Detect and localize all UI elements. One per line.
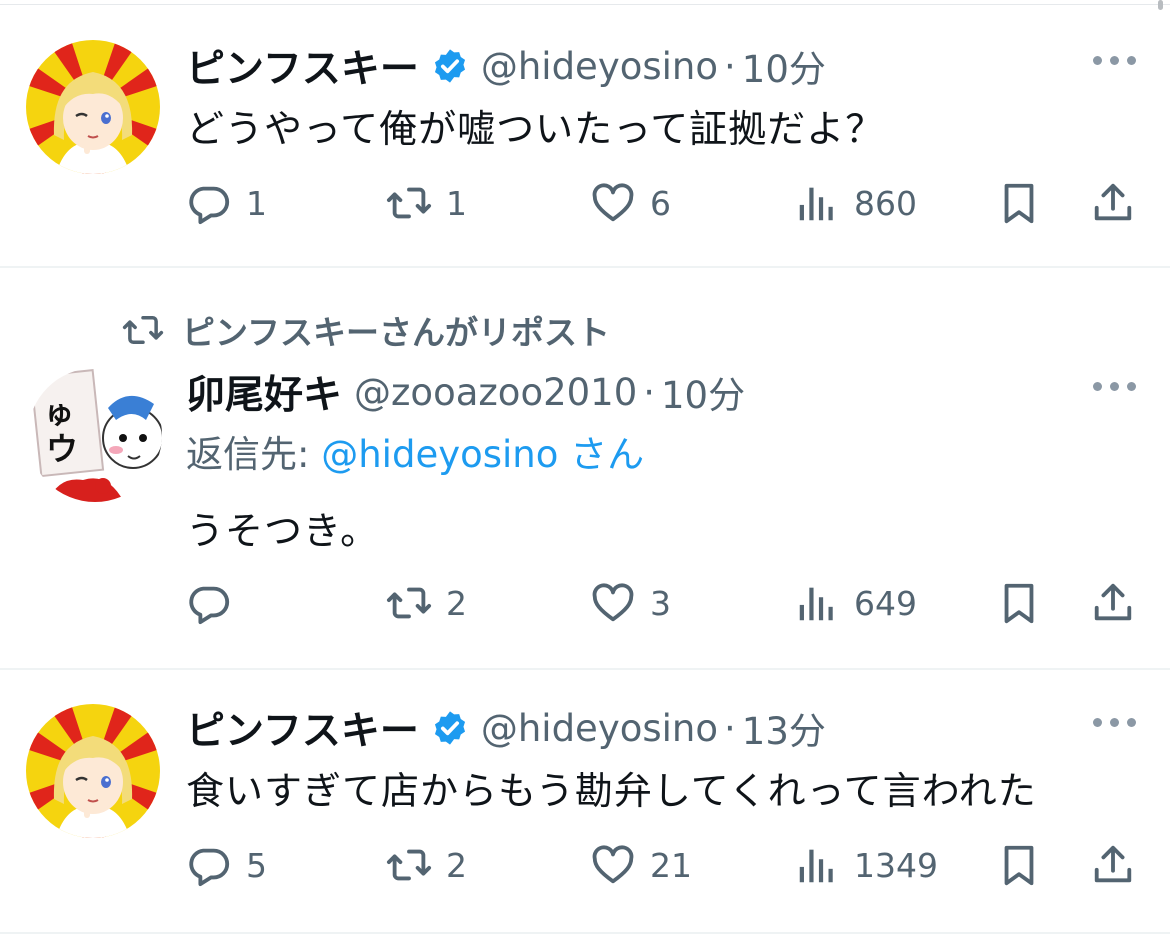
tweet-divider bbox=[0, 932, 1170, 934]
share-icon bbox=[1090, 842, 1136, 888]
like-count: 6 bbox=[650, 183, 671, 223]
share-button[interactable] bbox=[1090, 178, 1136, 228]
display-name[interactable]: ピンフスキー bbox=[186, 700, 419, 756]
reply-icon bbox=[186, 842, 232, 888]
separator-dot: · bbox=[724, 706, 736, 750]
timestamp[interactable]: 13分 bbox=[742, 701, 826, 755]
tweet-header: 卯尾好キ @zooazoo2010 · 10分 bbox=[186, 364, 745, 420]
user-handle[interactable]: @hideyosino bbox=[481, 707, 718, 750]
action-bar: 5 2 21 1349 bbox=[0, 840, 1170, 890]
reply-button[interactable]: 1 bbox=[186, 178, 267, 228]
reply-to-suffix: さん bbox=[570, 433, 645, 476]
view-count: 1349 bbox=[854, 845, 938, 885]
tweet-header: ピンフスキー @hideyosino · 13分 bbox=[186, 700, 826, 756]
like-icon bbox=[590, 842, 636, 888]
repost-button[interactable]: 2 bbox=[386, 840, 467, 890]
repost-icon bbox=[386, 180, 432, 226]
repost-button[interactable]: 1 bbox=[386, 178, 467, 228]
reply-count: 5 bbox=[246, 845, 267, 885]
share-button[interactable] bbox=[1090, 840, 1136, 890]
like-count: 3 bbox=[650, 583, 671, 623]
bookmark-button[interactable] bbox=[996, 840, 1042, 890]
tweet-header: ピンフスキー @hideyosino · 10分 bbox=[186, 38, 826, 94]
separator-dot: · bbox=[724, 44, 736, 88]
reply-to-line: 返信先: @hideyosino さん bbox=[186, 424, 644, 478]
bookmark-button[interactable] bbox=[996, 578, 1042, 628]
action-bar: 1 1 6 860 bbox=[0, 178, 1170, 228]
views-icon bbox=[794, 180, 840, 226]
repost-count: 1 bbox=[446, 183, 467, 223]
timestamp[interactable]: 10分 bbox=[742, 39, 826, 93]
views-button[interactable]: 860 bbox=[794, 178, 917, 228]
like-button[interactable]: 6 bbox=[590, 178, 671, 228]
more-icon[interactable] bbox=[1093, 718, 1137, 730]
timestamp[interactable]: 10分 bbox=[661, 365, 745, 419]
repost-count: 2 bbox=[446, 845, 467, 885]
reply-button[interactable] bbox=[186, 578, 246, 628]
avatar-pinfuski[interactable] bbox=[26, 40, 160, 174]
bookmark-icon bbox=[996, 842, 1042, 888]
verified-badge-icon bbox=[431, 47, 469, 85]
avatar-uobiki[interactable] bbox=[28, 368, 162, 502]
bookmark-button[interactable] bbox=[996, 178, 1042, 228]
views-icon bbox=[794, 842, 840, 888]
reply-button[interactable]: 5 bbox=[186, 840, 267, 890]
like-button[interactable]: 3 bbox=[590, 578, 671, 628]
reply-to-label: 返信先: bbox=[186, 433, 310, 476]
bookmark-icon bbox=[996, 180, 1042, 226]
avatar-pinfuski[interactable] bbox=[26, 704, 160, 838]
like-icon bbox=[590, 180, 636, 226]
tweet-text: うそつき。 bbox=[186, 509, 380, 553]
views-button[interactable]: 1349 bbox=[794, 840, 938, 890]
share-icon bbox=[1090, 180, 1136, 226]
like-count: 21 bbox=[650, 845, 692, 885]
like-icon bbox=[590, 580, 636, 626]
more-icon[interactable] bbox=[1093, 382, 1137, 394]
action-bar: 2 3 649 bbox=[0, 578, 1170, 628]
tweet-2[interactable]: 卯尾好キ @zooazoo2010 · 10分 返信先: @hideyosino… bbox=[0, 268, 1170, 668]
tweet-3[interactable]: ピンフスキー @hideyosino · 13分 食いすぎて店からもう勘弁してく… bbox=[0, 670, 1170, 932]
display-name[interactable]: 卯尾好キ bbox=[186, 364, 342, 420]
repost-icon bbox=[386, 580, 432, 626]
user-handle[interactable]: @hideyosino bbox=[481, 45, 718, 88]
repost-button[interactable]: 2 bbox=[386, 578, 467, 628]
reply-to-handle[interactable]: @hideyosino bbox=[321, 433, 558, 476]
tweet-1[interactable]: ピンフスキー @hideyosino · 10分 どうやって俺が嘘ついたって証拠… bbox=[0, 0, 1170, 266]
share-icon bbox=[1090, 580, 1136, 626]
user-handle[interactable]: @zooazoo2010 bbox=[354, 371, 637, 414]
separator-dot: · bbox=[643, 370, 656, 414]
reply-icon bbox=[186, 580, 232, 626]
repost-count: 2 bbox=[446, 583, 467, 623]
more-icon[interactable] bbox=[1093, 56, 1137, 68]
views-button[interactable]: 649 bbox=[794, 578, 917, 628]
reply-count: 1 bbox=[246, 183, 267, 223]
verified-badge-icon bbox=[431, 709, 469, 747]
repost-icon bbox=[386, 842, 432, 888]
bookmark-icon bbox=[996, 580, 1042, 626]
view-count: 860 bbox=[854, 183, 917, 223]
like-button[interactable]: 21 bbox=[590, 840, 692, 890]
view-count: 649 bbox=[854, 583, 917, 623]
tweet-text: どうやって俺が嘘ついたって証拠だよ？ bbox=[186, 107, 885, 151]
share-button[interactable] bbox=[1090, 578, 1136, 628]
reply-icon bbox=[186, 180, 232, 226]
tweet-text: 食いすぎて店からもう勘弁してくれって言われた bbox=[186, 769, 1037, 813]
views-icon bbox=[794, 580, 840, 626]
display-name[interactable]: ピンフスキー bbox=[186, 38, 419, 94]
